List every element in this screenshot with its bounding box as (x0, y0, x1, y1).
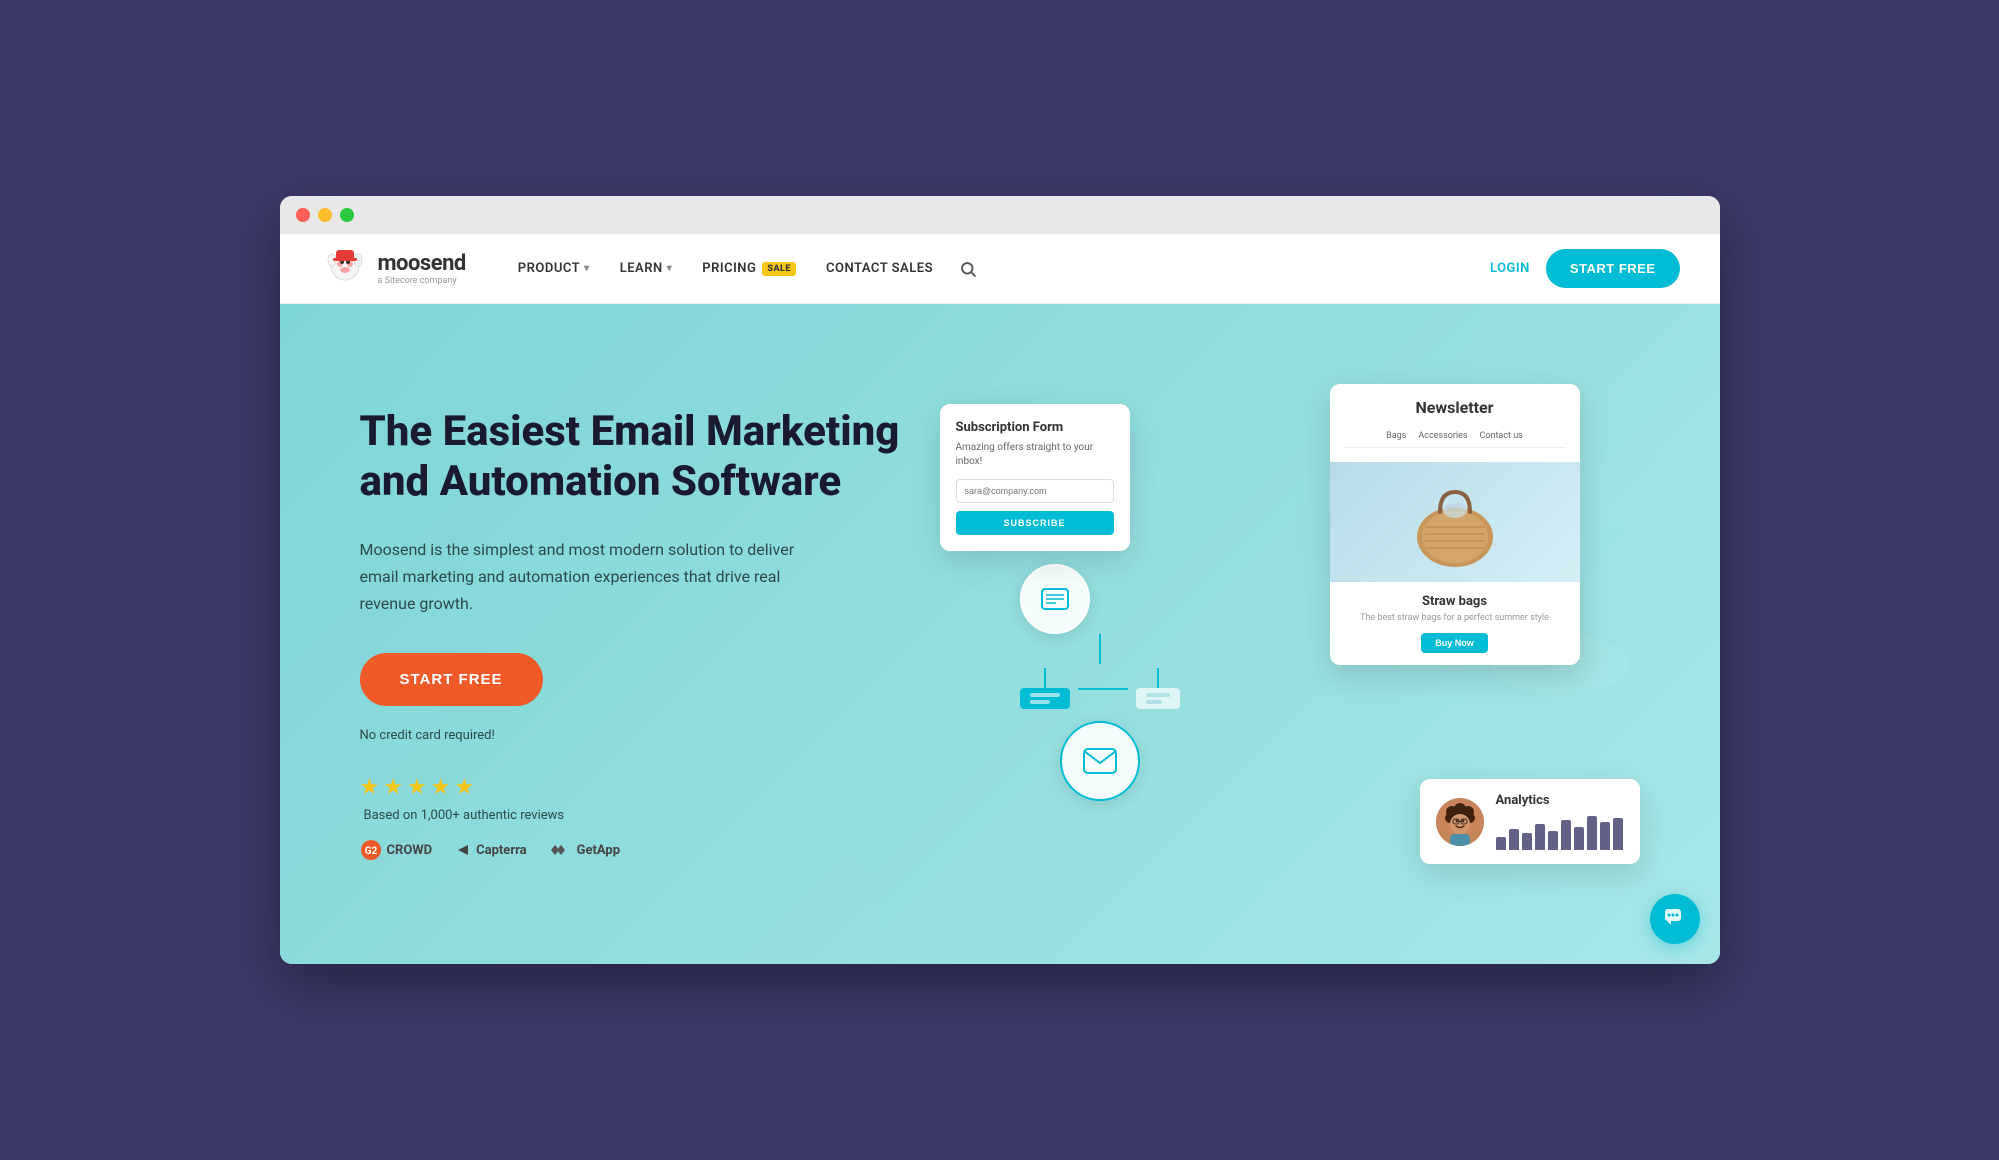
chat-icon (1663, 907, 1687, 931)
subscribe-button[interactable]: SUBSCRIBE (956, 511, 1114, 535)
analytics-bar-2 (1522, 833, 1532, 850)
hero-visuals: Subscription Form Amazing offers straigh… (920, 384, 1640, 884)
automation-flow (1020, 564, 1180, 801)
browser-chrome (280, 196, 1720, 234)
stars-rating: ★ ★ ★ ★ ★ (360, 775, 920, 800)
analytics-card: Analytics (1420, 779, 1640, 864)
nav-links: PRODUCT ▾ LEARN ▾ PRICING SALE CONTACT S… (506, 253, 1490, 284)
logo-icon (320, 244, 370, 294)
flow-connector (1044, 668, 1046, 688)
flow-branches (1020, 668, 1180, 709)
no-credit-text: No credit card required! (360, 728, 920, 743)
navbar: moosend a Sitecore company PRODUCT ▾ LEA… (280, 234, 1720, 304)
star-4: ★ (431, 775, 451, 800)
analytics-avatar (1436, 798, 1484, 846)
review-text: Based on 1,000+ authentic reviews (364, 808, 920, 823)
person-avatar-icon (1436, 798, 1484, 846)
logo-tagline: a Sitecore company (378, 276, 466, 286)
g2-crowd-logo: G2 CROWD (360, 839, 433, 861)
analytics-bar-7 (1587, 816, 1597, 850)
newsletter-card: Newsletter Bags Accessories Contact us (1330, 384, 1580, 665)
hero-title: The Easiest Email Marketing and Automati… (360, 407, 920, 508)
flow-branch-right (1136, 668, 1180, 709)
reviews-section: ★ ★ ★ ★ ★ Based on 1,000+ authentic revi… (360, 775, 920, 861)
nav-item-learn[interactable]: LEARN ▾ (608, 253, 685, 284)
buy-now-button[interactable]: Buy Now (1421, 633, 1488, 653)
browser-window: moosend a Sitecore company PRODUCT ▾ LEA… (280, 196, 1720, 964)
analytics-bar-6 (1574, 827, 1584, 850)
email-icon (1082, 747, 1118, 775)
sale-badge: SALE (762, 262, 796, 276)
nav-item-product[interactable]: PRODUCT ▾ (506, 253, 602, 284)
svg-text:G2: G2 (364, 846, 377, 857)
maximize-button[interactable] (340, 208, 354, 222)
newsletter-product-desc: The best straw bags for a perfect summer… (1342, 613, 1568, 623)
newsletter-product-image (1330, 462, 1580, 582)
sub-form-description: Amazing offers straight to your inbox! (956, 441, 1114, 469)
search-icon[interactable] (959, 260, 977, 278)
flow-email-node (1060, 721, 1140, 801)
star-3: ★ (407, 775, 427, 800)
straw-bag-illustration (1395, 472, 1515, 572)
start-free-nav-button[interactable]: START FREE (1546, 249, 1680, 288)
flow-connector (1157, 668, 1159, 688)
logo-area[interactable]: moosend a Sitecore company (320, 244, 466, 294)
hero-cta-button[interactable]: START FREE (360, 653, 543, 706)
chevron-down-icon: ▾ (584, 263, 590, 274)
capterra-logo: Capterra (456, 843, 526, 858)
chat-button[interactable] (1650, 894, 1700, 944)
newsletter-product-name: Straw bags (1342, 594, 1568, 609)
minimize-button[interactable] (318, 208, 332, 222)
sub-form-title: Subscription Form (956, 420, 1114, 435)
hero-description: Moosend is the simplest and most modern … (360, 536, 820, 618)
newsletter-nav-accessories[interactable]: Accessories (1418, 431, 1467, 441)
hero-section: The Easiest Email Marketing and Automati… (280, 304, 1720, 964)
chevron-down-icon: ▾ (667, 263, 673, 274)
analytics-bar-9 (1613, 818, 1623, 850)
analytics-bar-8 (1600, 822, 1610, 850)
logo-text: moosend a Sitecore company (378, 251, 466, 286)
analytics-bar-4 (1548, 831, 1558, 850)
login-link[interactable]: LOGIN (1490, 261, 1530, 276)
flow-node-left (1020, 688, 1070, 709)
logo-name: moosend (378, 251, 466, 276)
nav-item-contact[interactable]: CONTACT SALES (814, 253, 945, 284)
flow-form-node (1020, 564, 1090, 634)
nav-right: LOGIN START FREE (1490, 249, 1680, 288)
analytics-content: Analytics (1496, 793, 1624, 850)
close-button[interactable] (296, 208, 310, 222)
newsletter-header: Newsletter Bags Accessories Contact us (1330, 384, 1580, 462)
getapp-icon (551, 843, 571, 857)
flow-branch-left (1020, 668, 1070, 709)
nav-item-pricing[interactable]: PRICING SALE (690, 253, 808, 284)
analytics-title: Analytics (1496, 793, 1624, 808)
star-5: ★ (454, 775, 474, 800)
analytics-bar-1 (1509, 829, 1519, 850)
newsletter-nav-bags[interactable]: Bags (1386, 431, 1406, 441)
newsletter-footer: Straw bags The best straw bags for a per… (1330, 582, 1580, 665)
form-icon (1040, 587, 1070, 611)
newsletter-title: Newsletter (1344, 398, 1566, 417)
star-1: ★ (360, 775, 380, 800)
g2-icon: G2 (360, 839, 382, 861)
flow-horizontal-line (1078, 688, 1128, 690)
flow-node-right (1136, 688, 1180, 709)
newsletter-nav-contact[interactable]: Contact us (1480, 431, 1523, 441)
sub-form-email-input[interactable] (956, 479, 1114, 503)
flow-line (1099, 634, 1101, 664)
getapp-logo: GetApp (551, 843, 620, 858)
analytics-bar-5 (1561, 820, 1571, 850)
analytics-chart (1496, 814, 1624, 850)
star-2: ★ (383, 775, 403, 800)
hero-content: The Easiest Email Marketing and Automati… (360, 407, 920, 861)
review-logos: G2 CROWD Capterra (360, 839, 920, 861)
capterra-icon (456, 843, 470, 857)
analytics-bar-0 (1496, 837, 1506, 850)
subscription-form-card: Subscription Form Amazing offers straigh… (940, 404, 1130, 551)
newsletter-nav: Bags Accessories Contact us (1344, 425, 1566, 448)
analytics-bar-3 (1535, 824, 1545, 850)
